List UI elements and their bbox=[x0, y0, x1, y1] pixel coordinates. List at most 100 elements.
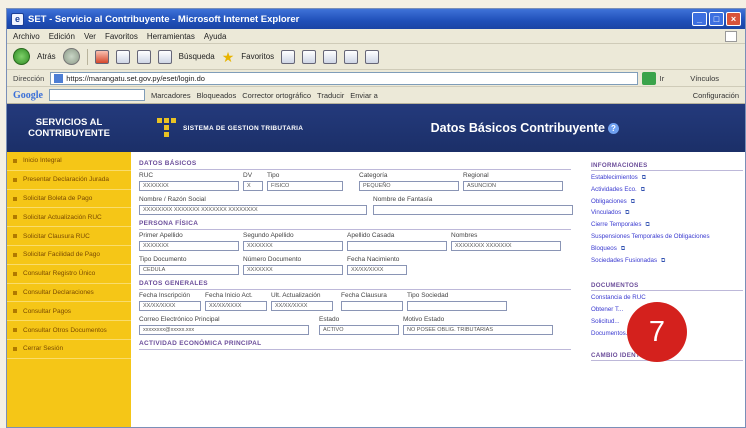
google-bookmarks[interactable]: Marcadores bbox=[151, 91, 191, 100]
close-button[interactable]: × bbox=[726, 12, 741, 26]
menu-herramientas[interactable]: Herramientas bbox=[147, 32, 195, 41]
section-persona-fisica: PERSONA FÍSICA bbox=[139, 220, 571, 230]
search-button-label[interactable]: Búsqueda bbox=[179, 52, 215, 61]
sidebar-item-cerrar-sesion[interactable]: Cerrar Sesión bbox=[7, 340, 131, 359]
google-toolbar: Google Marcadores Bloqueados Corrector o… bbox=[7, 87, 745, 104]
history-icon[interactable] bbox=[281, 49, 296, 64]
maximize-button[interactable]: □ bbox=[709, 12, 724, 26]
sidebar-item-otros-documentos[interactable]: Consultar Otros Documentos bbox=[7, 321, 131, 340]
sidebar-item-actualizacion-ruc[interactable]: Solicitar Actualización RUC bbox=[7, 208, 131, 228]
tipo-field[interactable]: FISICO bbox=[267, 181, 343, 191]
section-datos-basicos: DATOS BÁSICOS bbox=[139, 160, 571, 170]
google-send-to[interactable]: Enviar a bbox=[350, 91, 378, 100]
numero-documento-field[interactable]: XXXXXXX bbox=[243, 265, 343, 275]
sidebar-item-clausura-ruc[interactable]: Solicitar Clausura RUC bbox=[7, 227, 131, 246]
apellido-casada-field[interactable] bbox=[347, 241, 447, 251]
google-search-input[interactable] bbox=[49, 89, 145, 101]
mail-icon[interactable] bbox=[302, 49, 317, 64]
back-arrow-icon[interactable] bbox=[13, 48, 30, 65]
sidebar-item-inicio[interactable]: Inicio Integral bbox=[7, 152, 131, 171]
google-settings[interactable]: Configuración bbox=[693, 91, 739, 100]
tipo-label: Tipo bbox=[267, 172, 280, 179]
back-button-label[interactable]: Atrás bbox=[37, 52, 56, 61]
favorites-star-icon[interactable]: ★ bbox=[222, 50, 235, 64]
info-link-bloqueos[interactable]: Bloqueos ⧉ bbox=[591, 245, 743, 257]
browser-toolbar: Atrás Búsqueda ★ Favoritos bbox=[7, 44, 745, 70]
google-translate[interactable]: Traducir bbox=[317, 91, 344, 100]
ult-actualizacion-field[interactable]: XX/XX/XXXX bbox=[271, 301, 333, 311]
sgt-logo: SISTEMA DE GESTION TRIBUTARIA bbox=[157, 118, 303, 138]
sidebar-item-boleta-pago[interactable]: Solicitar Boleta de Pago bbox=[7, 190, 131, 209]
info-link-actividades[interactable]: Actividades Eco. ⧉ bbox=[591, 186, 743, 198]
refresh-icon[interactable] bbox=[115, 49, 130, 64]
stop-icon[interactable] bbox=[94, 49, 109, 64]
menu-edicion[interactable]: Edición bbox=[49, 32, 75, 41]
fecha-nacimiento-field[interactable]: XX/XX/XXXX bbox=[347, 265, 407, 275]
section-actividad-economica: ACTIVIDAD ECONÓMICA PRINCIPAL bbox=[139, 340, 571, 350]
segundo-apellido-field[interactable]: XXXXXXX bbox=[243, 241, 343, 251]
nombres-field[interactable]: XXXXXXXX XXXXXXX bbox=[451, 241, 561, 251]
google-spellcheck[interactable]: Corrector ortográfico bbox=[242, 91, 311, 100]
tipo-sociedad-field[interactable] bbox=[407, 301, 507, 311]
help-icon[interactable]: ? bbox=[608, 123, 619, 135]
correo-field[interactable]: xxxxxxxx@xxxxx.xxx bbox=[139, 325, 309, 335]
page-icon bbox=[54, 73, 64, 83]
address-url: https://marangatu.set.gov.py/eset/login.… bbox=[66, 73, 205, 83]
search-icon[interactable] bbox=[157, 49, 172, 64]
google-blocked[interactable]: Bloqueados bbox=[197, 91, 237, 100]
info-link-obligaciones[interactable]: Obligaciones ⧉ bbox=[591, 198, 743, 210]
home-icon[interactable] bbox=[136, 49, 151, 64]
menu-archivo[interactable]: Archivo bbox=[13, 32, 40, 41]
sidebar-item-registro-unico[interactable]: Consultar Registro Único bbox=[7, 265, 131, 284]
fecha-clausura-label: Fecha Clausura bbox=[341, 292, 387, 299]
info-link-sociedades-fusionadas[interactable]: Sociedades Fusionadas ⧉ bbox=[591, 257, 743, 269]
forward-arrow-icon[interactable] bbox=[62, 48, 80, 65]
section-informaciones: INFORMACIONES bbox=[591, 162, 743, 171]
sidebar-item-declaraciones[interactable]: Consultar Declaraciones bbox=[7, 284, 131, 303]
brand-logo: SERVICIOS AL CONTRIBUYENTE bbox=[7, 117, 131, 139]
fecha-inicio-field[interactable]: XX/XX/XXXX bbox=[205, 301, 267, 311]
brand-line-1: SERVICIOS AL bbox=[35, 117, 103, 128]
links-label[interactable]: Vínculos bbox=[690, 74, 719, 83]
fecha-inscripcion-field[interactable]: XX/XX/XXXX bbox=[139, 301, 201, 311]
motivo-estado-field[interactable]: NO POSEE OBLIG. TRIBUTARIAS bbox=[403, 325, 553, 335]
info-label: Vinculados bbox=[591, 209, 622, 217]
nombre-field[interactable]: XXXXXXXX XXXXXXX XXXXXXX XXXXXXXX bbox=[139, 205, 367, 215]
go-button-label[interactable]: Ir bbox=[660, 74, 665, 83]
sgt-mark-icon bbox=[157, 118, 177, 138]
tipo-documento-field[interactable]: CEDULA bbox=[139, 265, 239, 275]
address-bar: Dirección https://marangatu.set.gov.py/e… bbox=[7, 70, 745, 87]
sidebar-item-pagos[interactable]: Consultar Pagos bbox=[7, 302, 131, 322]
go-arrow-icon[interactable] bbox=[641, 71, 656, 85]
info-link-cierre-temporales[interactable]: Cierre Temporales ⧉ bbox=[591, 221, 743, 233]
menu-favoritos[interactable]: Favoritos bbox=[105, 32, 138, 41]
info-link-vinculados[interactable]: Vinculados ⧉ bbox=[591, 209, 743, 221]
info-link-establecimientos[interactable]: Establecimientos ⧉ bbox=[591, 174, 743, 186]
fecha-inicio-label: Fecha Inicio Act. bbox=[205, 292, 253, 299]
fantasia-field[interactable] bbox=[373, 205, 573, 215]
sidebar-item-presentar-declaracion[interactable]: Presentar Declaración Jurada bbox=[7, 171, 131, 190]
fecha-clausura-field[interactable] bbox=[341, 301, 403, 311]
info-link-suspensiones[interactable]: Suspensiones Temporales de Obligaciones bbox=[591, 233, 743, 245]
address-input[interactable]: https://marangatu.set.gov.py/eset/login.… bbox=[50, 71, 638, 85]
favorites-button-label[interactable]: Favoritos bbox=[241, 52, 274, 61]
estado-field[interactable]: ACTIVO bbox=[319, 325, 399, 335]
link-icon: ⧉ bbox=[620, 245, 626, 252]
link-icon: ⧉ bbox=[645, 222, 650, 229]
menu-ver[interactable]: Ver bbox=[84, 32, 96, 41]
page-title-text: Datos Básicos Contribuyente bbox=[430, 121, 605, 135]
info-label: Sociedades Fusionadas bbox=[591, 256, 658, 264]
menu-ayuda[interactable]: Ayuda bbox=[204, 32, 227, 41]
edit-icon[interactable] bbox=[344, 49, 359, 64]
link-icon: ⧉ bbox=[630, 198, 636, 205]
primer-apellido-field[interactable]: XXXXXXX bbox=[139, 241, 239, 251]
messenger-icon[interactable] bbox=[365, 49, 380, 64]
categoria-field[interactable]: PEQUEÑO bbox=[359, 181, 459, 191]
ruc-field[interactable]: XXXXXXX bbox=[139, 181, 239, 191]
sidebar-item-facilidad-pago[interactable]: Solicitar Facilidad de Pago bbox=[7, 246, 131, 265]
dv-field[interactable]: X bbox=[243, 181, 263, 191]
title-bar: e SET - Servicio al Contribuyente - Micr… bbox=[7, 9, 745, 29]
print-icon[interactable] bbox=[323, 49, 338, 64]
regional-field[interactable]: ASUNCION bbox=[463, 181, 563, 191]
minimize-button[interactable]: _ bbox=[692, 12, 707, 26]
